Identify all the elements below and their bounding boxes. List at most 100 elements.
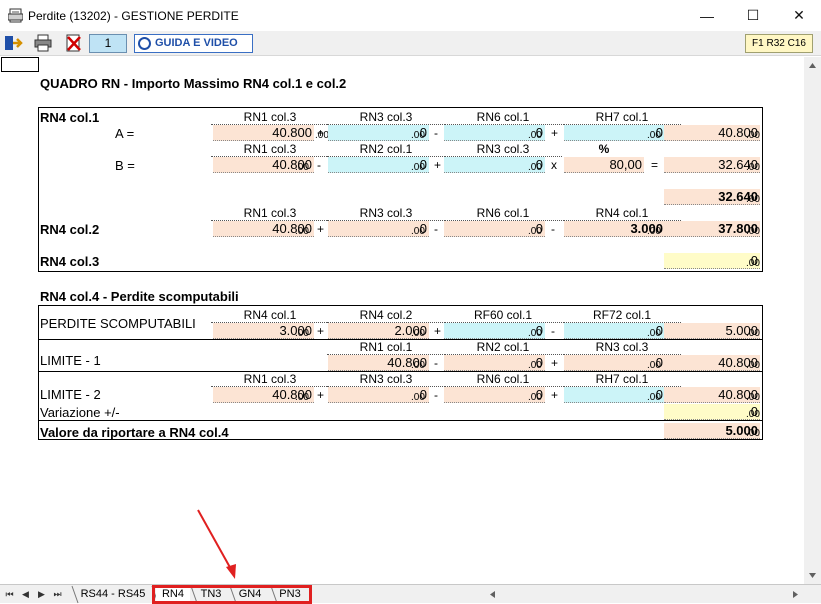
maximize-button[interactable]: ☐ xyxy=(730,0,776,31)
next-sheet-icon[interactable]: ▶ xyxy=(35,587,48,601)
decimals: .00 xyxy=(746,226,760,237)
scroll-up-icon[interactable] xyxy=(804,57,821,74)
tab-rs44-rs45[interactable]: RS44 - RS45 xyxy=(76,585,150,603)
guide-video-button[interactable]: GUIDA E VIDEO xyxy=(134,34,253,53)
col-head: RN3 col.3 xyxy=(327,373,445,387)
rn4-col2-label: RN4 col.2 xyxy=(40,222,100,237)
scroll-right-icon[interactable] xyxy=(787,586,804,603)
app-icon xyxy=(8,8,23,23)
divider xyxy=(38,420,763,421)
title-bar: Perdite (13202) - GESTIONE PERDITE — ☐ ✕ xyxy=(0,0,821,31)
perdite-scomputabili-label: PERDITE SCOMPUTABILI xyxy=(40,316,196,331)
operator: x xyxy=(551,158,557,172)
scroll-left-icon[interactable] xyxy=(484,586,501,603)
operator: + xyxy=(434,324,442,338)
col-head: RN6 col.1 xyxy=(444,207,562,221)
operator: - xyxy=(434,388,438,402)
prev-sheet-icon[interactable]: ◀ xyxy=(19,587,32,601)
col-head: RN3 col.3 xyxy=(563,341,681,355)
decimals: .00 xyxy=(411,162,425,173)
decimals: .00 xyxy=(411,392,425,403)
decimals: .00 xyxy=(411,226,425,237)
col-head: RN2 col.1 xyxy=(327,143,445,157)
decimals: .00 xyxy=(746,194,760,205)
window-title: Perdite (13202) - GESTIONE PERDITE xyxy=(28,9,239,23)
operator: + xyxy=(317,222,325,236)
exit-icon[interactable] xyxy=(3,34,23,52)
minimize-icon: — xyxy=(700,7,714,24)
decimals: .00 xyxy=(295,392,309,403)
decimals: .00 xyxy=(746,392,760,403)
rowa-rn1-field[interactable]: 40.800 xyxy=(213,125,314,141)
decimals: .00 xyxy=(528,392,542,403)
horizontal-scrollbar[interactable] xyxy=(484,586,820,603)
col-head: RN4 col.1 xyxy=(563,207,681,221)
decimals: .00 xyxy=(746,258,760,269)
delete-icon[interactable] xyxy=(64,34,84,52)
row-a-label: A = xyxy=(115,126,135,141)
rowb-percent-field[interactable]: 80,00 xyxy=(564,157,644,173)
col-head: RN6 col.1 xyxy=(444,373,562,387)
decimals: .00 xyxy=(528,162,542,173)
page-number-field[interactable]: 1 xyxy=(89,34,127,53)
rn4-col3-label: RN4 col.3 xyxy=(40,254,100,269)
col-head: RH7 col.1 xyxy=(563,373,681,387)
col-head: RH7 col.1 xyxy=(563,111,681,125)
operator: - xyxy=(434,356,438,370)
col-head: RN2 col.1 xyxy=(444,341,562,355)
decimals: .00 xyxy=(746,428,760,439)
decimals: .00 xyxy=(647,130,661,141)
print-icon[interactable] xyxy=(33,34,53,52)
col-head: RF72 col.1 xyxy=(563,309,681,323)
decimals: .00 xyxy=(647,360,661,371)
limite2-label: LIMITE - 2 xyxy=(40,387,101,402)
operator: + xyxy=(317,388,325,402)
decimals: .00 xyxy=(411,328,425,339)
decimals: .00 xyxy=(746,162,760,173)
col-head: RN1 col.1 xyxy=(327,341,445,355)
scroll-down-icon[interactable] xyxy=(804,567,821,584)
operator: + xyxy=(317,126,325,140)
close-button[interactable]: ✕ xyxy=(776,0,821,31)
decimals: .00 xyxy=(295,226,309,237)
code-badge: F1 R32 C16 xyxy=(745,34,813,53)
vertical-scrollbar[interactable] xyxy=(804,57,821,584)
variazione-label: Variazione +/- xyxy=(40,405,120,420)
col-head: RF60 col.1 xyxy=(444,309,562,323)
decimals: .00 xyxy=(295,328,309,339)
operator: + xyxy=(551,126,559,140)
operator: + xyxy=(434,158,442,172)
operator: - xyxy=(434,126,438,140)
operator: = xyxy=(651,158,659,172)
operator: + xyxy=(317,324,325,338)
operator: - xyxy=(551,324,555,338)
decimals: .00 xyxy=(647,226,661,237)
tab-highlight-box xyxy=(152,585,312,604)
guide-video-label: GUIDA E VIDEO xyxy=(155,37,238,49)
decimals: .00 xyxy=(411,130,425,141)
decimals: .00 xyxy=(746,409,760,420)
decimals: .00 xyxy=(746,328,760,339)
col-head: RN1 col.3 xyxy=(211,111,329,125)
col-head: % xyxy=(598,142,610,156)
sheet-tab-bar: ⏮ ◀ ▶ ⏭ RS44 - RS45 RN4 TN3 GN4 PN3 xyxy=(0,584,821,604)
col-head: RN3 col.3 xyxy=(327,111,445,125)
col-head: RN1 col.3 xyxy=(211,143,329,157)
decimals: .00 xyxy=(528,130,542,141)
col-head: RN4 col.1 xyxy=(211,309,329,323)
rn4-col1-label: RN4 col.1 xyxy=(40,110,100,125)
col-head: RN1 col.3 xyxy=(211,207,329,221)
decimals: .00 xyxy=(528,360,542,371)
decimals: .00 xyxy=(746,360,760,371)
col-head: RN4 col.2 xyxy=(327,309,445,323)
annotation-arrow-icon xyxy=(197,509,236,579)
col-head: RN6 col.1 xyxy=(444,111,562,125)
last-sheet-icon[interactable]: ⏭ xyxy=(51,587,64,601)
maximize-icon: ☐ xyxy=(746,7,760,23)
minimize-button[interactable]: — xyxy=(684,0,730,31)
cell-selector[interactable] xyxy=(1,57,39,72)
operator: + xyxy=(551,388,559,402)
col-head: RN1 col.3 xyxy=(211,373,329,387)
first-sheet-icon[interactable]: ⏮ xyxy=(3,587,16,601)
valore-label: Valore da riportare a RN4 col.4 xyxy=(40,425,229,440)
